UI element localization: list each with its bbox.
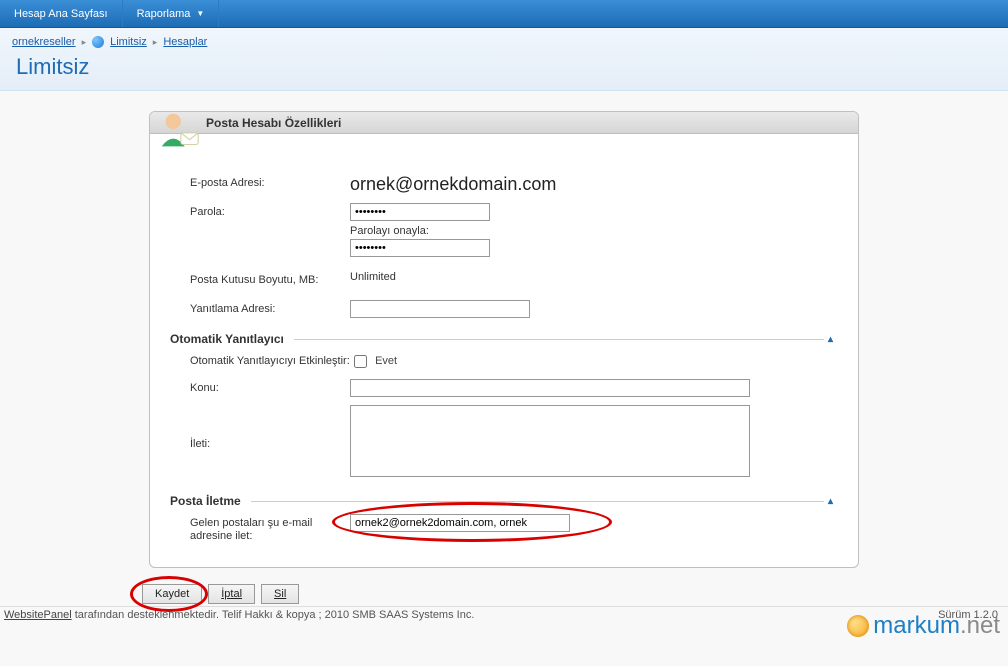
mail-account-panel: Posta Hesabı Özellikleri E-posta Adresi:…: [149, 111, 859, 568]
panel-title: Posta Hesabı Özellikleri: [206, 116, 341, 130]
footer-powered-text: tarafından desteklenmektedir. Telif Hakk…: [72, 609, 475, 621]
save-button[interactable]: Kaydet: [142, 584, 202, 604]
cancel-button[interactable]: İptal: [208, 584, 255, 604]
label-forward-to: Gelen postaları şu e-mail adresine ilet:: [190, 514, 350, 543]
label-mailbox-size: Posta Kutusu Boyutu, MB:: [190, 271, 350, 286]
value-email: ornek@ornekdomain.com: [350, 174, 838, 195]
label-autoresponder-enable: Otomatik Yanıtlayıcıyı Etkinleştir:: [190, 352, 350, 368]
password-field[interactable]: [350, 203, 490, 221]
breadcrumb-reseller[interactable]: ornekreseller: [12, 36, 76, 48]
section-autoresponder: Otomatik Yanıtlayıcı ▴: [170, 332, 838, 346]
section-forwarding-label: Posta İletme: [170, 494, 241, 508]
breadcrumb: ornekreseller ▸ Limitsiz ▸ Hesaplar: [12, 36, 996, 48]
nav-reporting-label: Raporlama: [137, 8, 191, 20]
panel-header: Posta Hesabı Özellikleri: [150, 112, 858, 134]
globe-icon: [92, 36, 104, 48]
confirm-password-field[interactable]: [350, 239, 490, 257]
delete-button[interactable]: Sil: [261, 584, 299, 604]
page-title: Limitsiz: [16, 54, 996, 80]
footer-powered-link[interactable]: WebsitePanel: [4, 609, 72, 621]
nav-reporting[interactable]: Raporlama ▼: [123, 0, 220, 27]
divider: [251, 501, 824, 502]
logo-orb-icon: [847, 615, 869, 637]
nav-home-label: Hesap Ana Sayfası: [14, 8, 108, 20]
subject-field[interactable]: [350, 379, 750, 397]
collapse-up-icon[interactable]: ▴: [828, 334, 838, 345]
logo-text-2: .net: [960, 612, 1000, 640]
label-confirm-password: Parolayı onayla:: [350, 225, 838, 237]
divider: [294, 339, 824, 340]
value-mailbox-size: Unlimited: [350, 271, 838, 283]
chevron-down-icon: ▼: [196, 9, 204, 18]
label-message: İleti:: [190, 435, 350, 450]
section-forwarding: Posta İletme ▴: [170, 494, 838, 508]
breadcrumb-sep-icon: ▸: [153, 37, 158, 48]
section-autoresponder-label: Otomatik Yanıtlayıcı: [170, 332, 284, 346]
message-field[interactable]: [350, 405, 750, 477]
nav-home[interactable]: Hesap Ana Sayfası: [0, 0, 123, 27]
top-nav: Hesap Ana Sayfası Raporlama ▼: [0, 0, 1008, 28]
autoresponder-checkbox[interactable]: [354, 355, 367, 368]
logo-text-1: markum: [873, 612, 960, 640]
reply-to-field[interactable]: [350, 300, 530, 318]
label-password: Parola:: [190, 203, 350, 218]
breadcrumb-sep-icon: ▸: [82, 37, 87, 48]
breadcrumb-accounts[interactable]: Hesaplar: [163, 36, 207, 48]
forward-to-field[interactable]: [350, 514, 570, 532]
label-subject: Konu:: [190, 379, 350, 394]
brand-logo: markum.net: [847, 612, 1000, 640]
label-reply-to: Yanıtlama Adresi:: [190, 300, 350, 315]
label-yes: Evet: [375, 355, 397, 367]
collapse-up-icon[interactable]: ▴: [828, 496, 838, 507]
label-email: E-posta Adresi:: [190, 174, 350, 189]
breadcrumb-limitless[interactable]: Limitsiz: [110, 36, 147, 48]
button-row: Kaydet İptal Sil: [142, 584, 1008, 604]
breadcrumb-bar: ornekreseller ▸ Limitsiz ▸ Hesaplar Limi…: [0, 28, 1008, 91]
